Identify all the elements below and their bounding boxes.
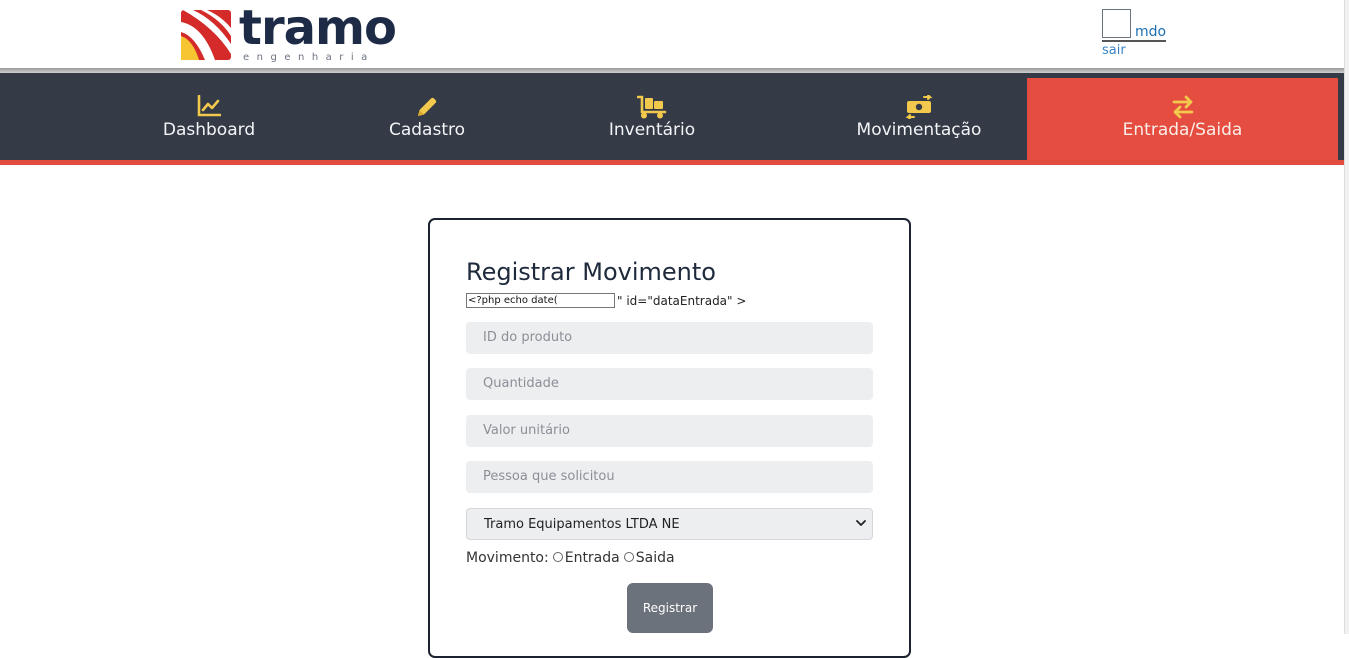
tramo-logo-mark-icon [181,10,231,60]
company-select-value: Tramo Equipamentos LTDA NE [484,517,680,532]
date-tail-text: " id="dataEntrada" > [617,293,747,308]
user-menu: mdo sair [1102,9,1166,63]
date-input[interactable]: <?php echo date( [466,293,615,308]
dolly-icon [637,95,667,119]
requester-input[interactable]: Pessoa que solicitou [466,461,873,493]
date-row: <?php echo date(" id="dataEntrada" > [466,293,746,308]
nav-item-label: Inventário [608,120,696,140]
nav-item-label: Dashboard [162,120,256,140]
radio-entrada[interactable] [552,552,563,562]
chart-line-icon [197,95,221,117]
register-button[interactable]: Registrar [627,583,713,633]
nav-item-inventario[interactable]: Inventário [572,73,732,160]
nav-accent-border [0,160,1344,165]
tramo-logo[interactable]: tramo engenharia [181,4,397,64]
logout-link[interactable]: sair [1102,43,1126,58]
arrows-exchange-icon [1172,95,1193,119]
radio-entrada-label[interactable]: Entrada [565,550,620,566]
unit-value-input[interactable]: Valor unitário [466,415,873,447]
radio-saida-label[interactable]: Saida [636,550,675,566]
money-exchange-icon [905,95,933,119]
product-id-input[interactable]: ID do produto [466,322,873,354]
nav-item-cadastro[interactable]: Cadastro [347,73,507,160]
movement-form-card: Registrar Movimento <?php echo date(" id… [428,218,911,658]
movement-label: Movimento: [466,550,549,566]
avatar[interactable] [1102,9,1131,38]
brand-name: tramo [239,0,397,56]
chevron-down-icon [856,520,866,526]
nav-item-dashboard[interactable]: Dashboard [129,73,289,160]
movement-type-group: Movimento: Entrada Saida [466,550,675,566]
scrollbar[interactable] [1344,0,1349,634]
nav-item-label: Entrada/Saida [1122,120,1243,140]
form-title: Registrar Movimento [466,258,716,286]
radio-saida[interactable] [623,552,634,562]
top-header: tramo engenharia mdo sair [0,0,1349,68]
brand-subtitle: engenharia [243,52,375,63]
company-select[interactable]: Tramo Equipamentos LTDA NE [466,508,873,540]
quantity-input[interactable]: Quantidade [466,368,873,400]
nav-item-label: Movimentação [856,120,982,140]
divider [1102,40,1166,42]
nav-item-label: Cadastro [388,120,466,140]
pencil-icon [418,97,437,116]
nav-item-movimentacao[interactable]: Movimentação [839,73,999,160]
user-name[interactable]: mdo [1135,24,1166,40]
nav-item-entrada-saida[interactable]: Entrada/Saida [1027,78,1338,160]
